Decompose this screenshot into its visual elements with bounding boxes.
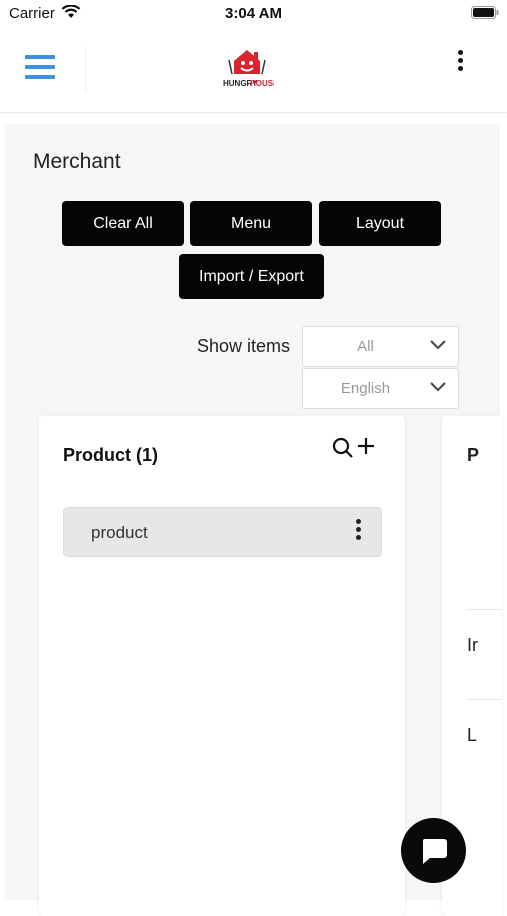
show-items-select[interactable]: All [302, 326, 459, 367]
layout-button[interactable]: Layout [319, 201, 441, 246]
more-vert-icon[interactable] [356, 519, 362, 545]
app-header: HUNGRY HOUSE [0, 28, 507, 113]
language-select[interactable]: English [302, 368, 459, 409]
product-card-title: Product (1) [63, 445, 159, 465]
logo-text-house: HOUSE [250, 79, 274, 88]
clear-all-button[interactable]: Clear All [62, 201, 184, 246]
second-card-divider [467, 699, 502, 700]
import-export-button[interactable]: Import / Export [179, 254, 324, 299]
second-card-divider [467, 609, 502, 610]
status-time: 3:04 AM [225, 5, 282, 22]
main-content: Merchant Clear All Menu Layout Import / … [5, 124, 502, 916]
hungry-house-logo[interactable]: HUNGRY HOUSE [220, 48, 274, 92]
second-card-row[interactable]: L [467, 725, 477, 746]
language-value: English [340, 380, 391, 397]
page-title: Merchant [33, 150, 121, 173]
hamburger-icon[interactable] [25, 55, 55, 81]
menu-button[interactable]: Menu [190, 201, 312, 246]
battery-icon [471, 6, 499, 19]
search-icon[interactable] [332, 437, 354, 459]
show-items-label: Show items [197, 336, 291, 356]
chat-icon [422, 839, 447, 864]
header-divider [85, 46, 86, 92]
show-items-value: All [357, 338, 374, 355]
list-item-label: product [91, 523, 148, 542]
second-card-row[interactable]: Ir [467, 635, 478, 656]
chevron-down-icon [430, 340, 446, 350]
chat-button[interactable] [401, 818, 466, 883]
more-vert-icon[interactable] [452, 50, 468, 74]
plus-icon[interactable] [357, 437, 375, 455]
product-card: Product (1) product [39, 416, 405, 916]
chevron-down-icon [430, 382, 446, 392]
status-bar: Carrier 3:04 AM [0, 0, 507, 28]
second-card-title: P [467, 445, 480, 465]
list-item[interactable]: product [63, 507, 382, 557]
